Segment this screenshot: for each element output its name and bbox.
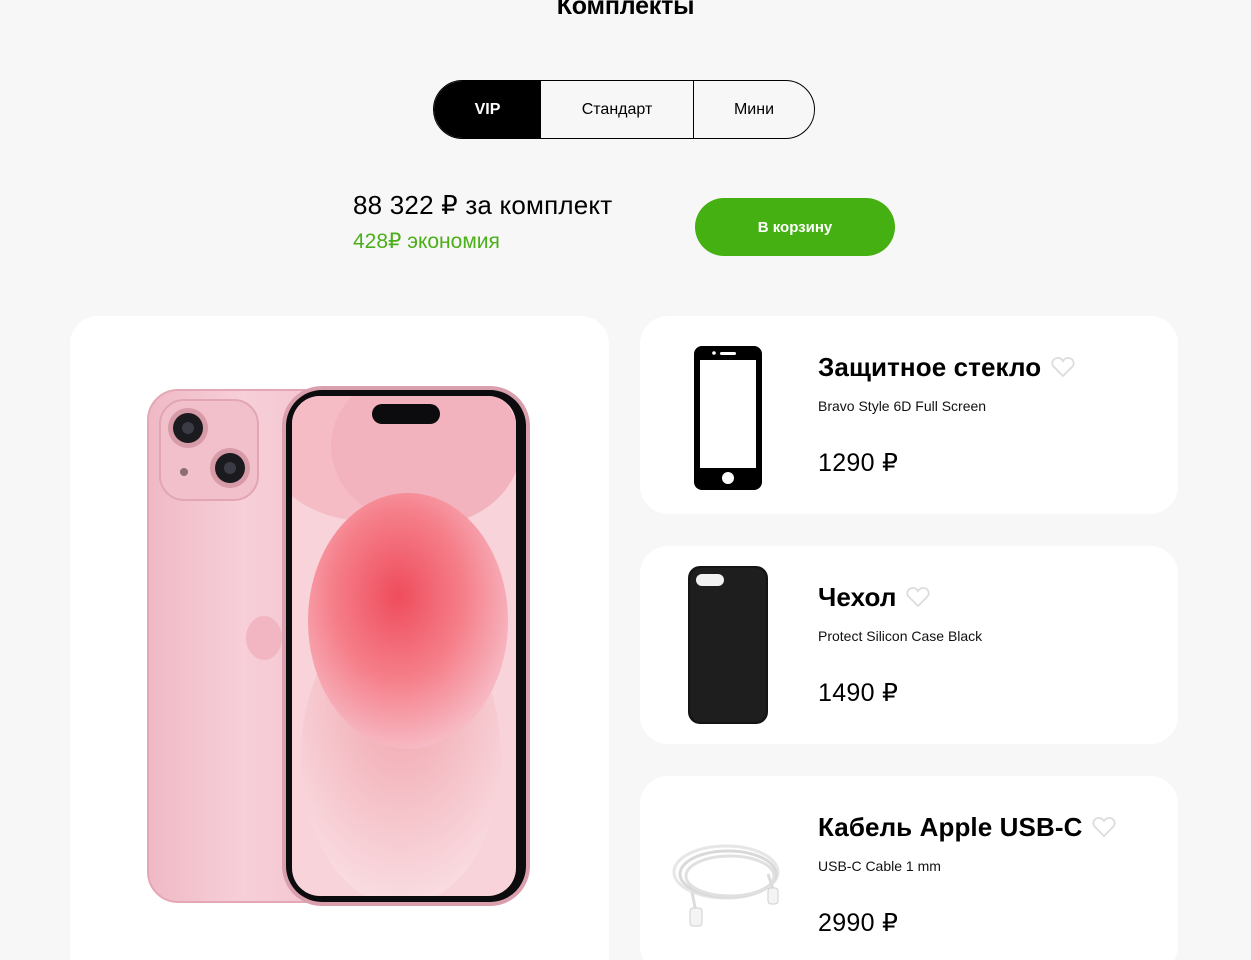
phone-case-image [688,566,768,724]
bundle-savings: 428₽ экономия [353,230,500,253]
item-name: Чехол [818,582,931,613]
item-subtitle: Protect Silicon Case Black [818,628,983,644]
iphone-pink-image [147,386,530,906]
bundle-item-card: Защитное стекло Bravo Style 6D Full Scre… [640,316,1178,514]
item-price: 2990 ₽ [818,909,899,937]
section-title: Комплекты [556,0,695,20]
tab-vip[interactable]: VIP [434,81,541,138]
item-name: Защитное стекло [818,352,1075,383]
bundle-price-block: 88 322 ₽ за комплект 428₽ экономия [353,190,612,254]
bundle-item-card: Чехол Protect Silicon Case Black 1490 ₽ [640,546,1178,744]
bundle-tabs: VIP Стандарт Мини [433,80,815,139]
tab-mini[interactable]: Мини [694,81,814,138]
bundle-item-card: Кабель Apple USB-C USB-C Cable 1 mm 2990… [640,776,1178,960]
item-name: Кабель Apple USB-C [818,812,1117,843]
main-product-card [70,316,609,960]
item-subtitle: Bravo Style 6D Full Screen [818,398,987,414]
bundle-total-price: 88 322 ₽ за комплект [353,190,613,220]
tab-standard[interactable]: Стандарт [541,81,694,138]
item-subtitle: USB-C Cable 1 mm [818,858,941,874]
screen-protector-image [694,346,762,490]
add-to-cart-button[interactable]: В корзину [695,198,895,256]
heart-icon[interactable] [1092,816,1117,838]
item-price: 1290 ₽ [818,449,899,477]
item-price: 1490 ₽ [818,679,899,707]
usb-c-cable-image [672,844,780,927]
heart-icon[interactable] [906,586,931,608]
heart-icon[interactable] [1051,356,1075,378]
